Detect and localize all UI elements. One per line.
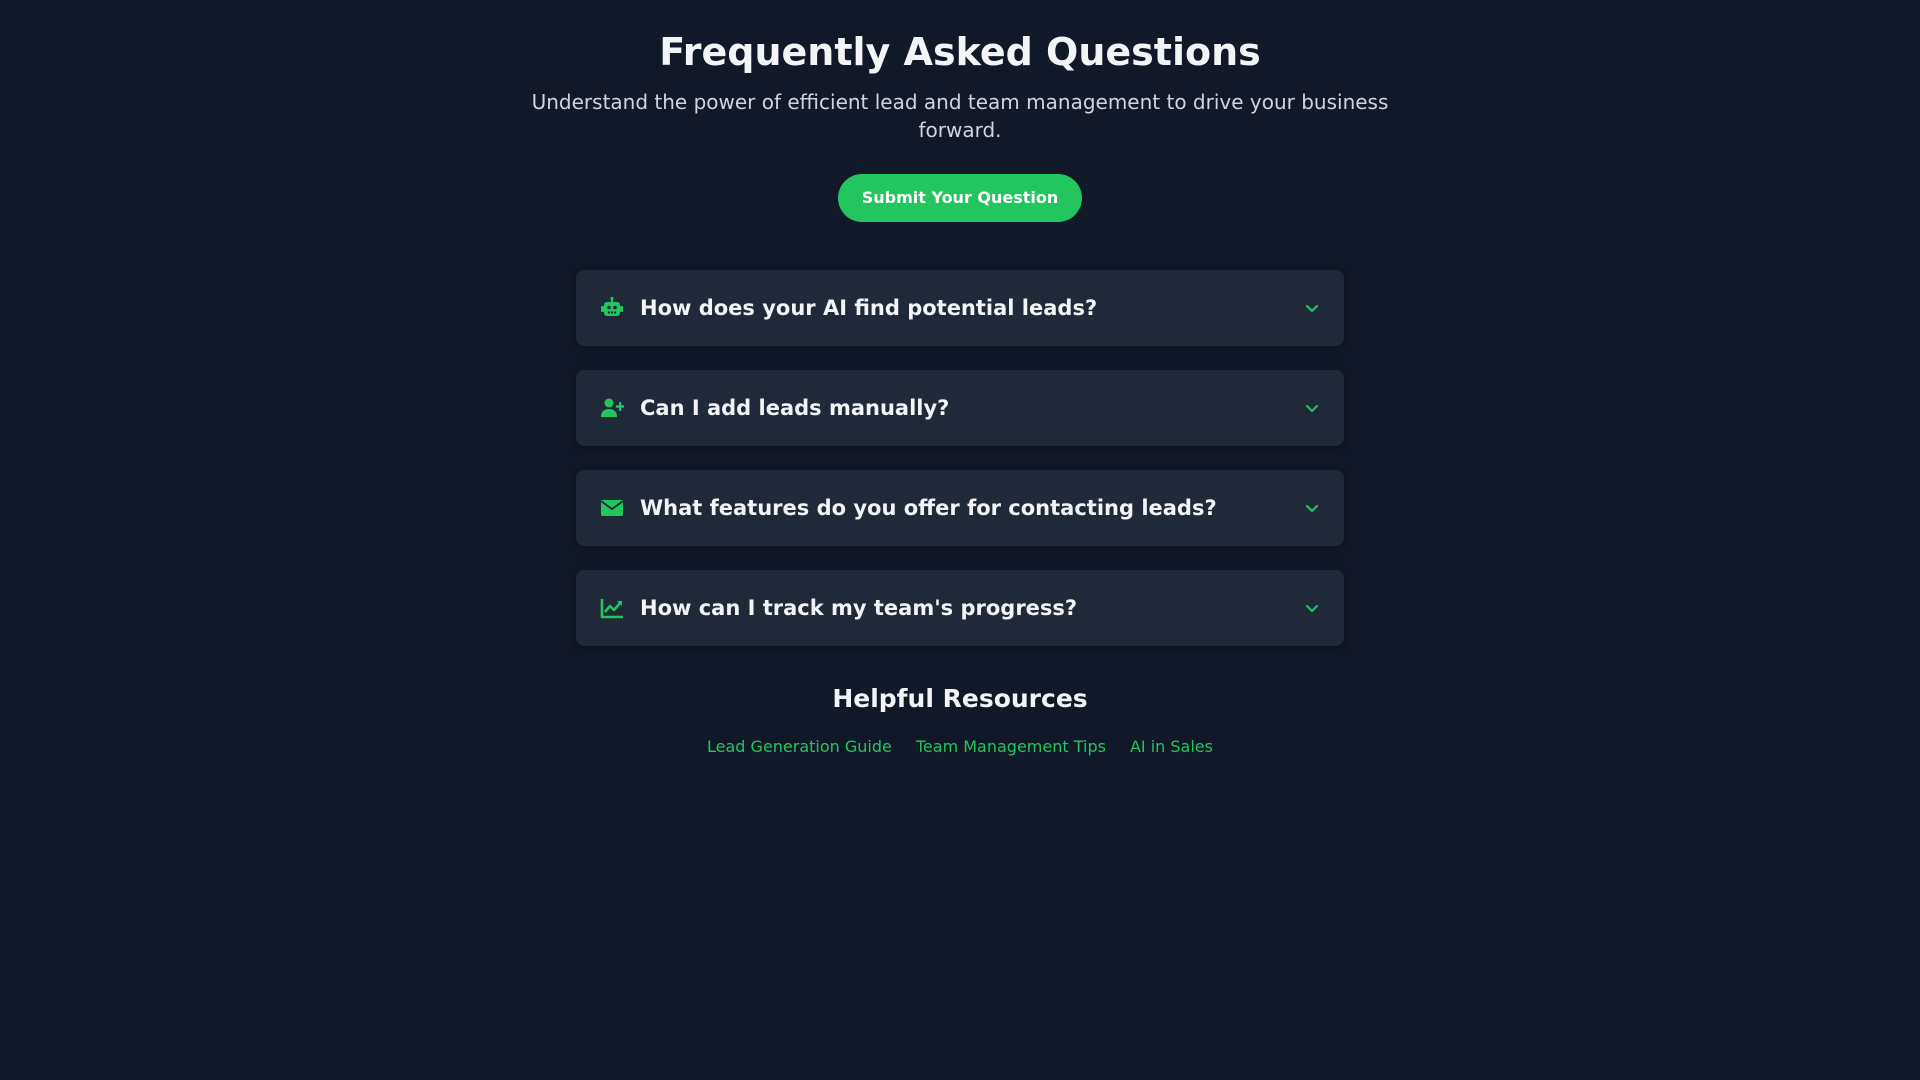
faq-item-ai-leads[interactable]: How does your AI find potential leads? — [576, 270, 1344, 346]
resource-link-team-management[interactable]: Team Management Tips — [916, 737, 1106, 756]
resource-link-ai-in-sales[interactable]: AI in Sales — [1130, 737, 1213, 756]
faq-page: Frequently Asked Questions Understand th… — [0, 0, 1920, 1080]
faq-question: How does your AI find potential leads? — [640, 296, 1098, 320]
chevron-down-icon[interactable] — [1302, 398, 1322, 418]
chevron-down-icon[interactable] — [1302, 598, 1322, 618]
faq-question: Can I add leads manually? — [640, 396, 950, 420]
resources-section: Helpful Resources Lead Generation Guide … — [0, 684, 1920, 756]
page-subtitle: Understand the power of efficient lead a… — [531, 90, 1389, 142]
resource-links: Lead Generation Guide Team Management Ti… — [0, 737, 1920, 756]
page-title: Frequently Asked Questions — [659, 30, 1261, 74]
envelope-icon — [600, 496, 624, 520]
header: Frequently Asked Questions Understand th… — [0, 0, 1920, 144]
faq-list: How does your AI find potential leads? C… — [576, 270, 1344, 646]
user-plus-icon — [600, 396, 624, 420]
robot-icon — [600, 296, 624, 320]
faq-item-team-progress[interactable]: How can I track my team's progress? — [576, 570, 1344, 646]
faq-item-contacting-leads[interactable]: What features do you offer for contactin… — [576, 470, 1344, 546]
cta-wrapper: Submit Your Question — [0, 174, 1920, 222]
chevron-down-icon[interactable] — [1302, 498, 1322, 518]
faq-question: How can I track my team's progress? — [640, 596, 1078, 620]
faq-question: What features do you offer for contactin… — [640, 496, 1217, 520]
resources-title: Helpful Resources — [832, 684, 1088, 713]
faq-item-add-leads[interactable]: Can I add leads manually? — [576, 370, 1344, 446]
chart-line-icon — [600, 596, 624, 620]
chevron-down-icon[interactable] — [1302, 298, 1322, 318]
resource-link-lead-generation[interactable]: Lead Generation Guide — [707, 737, 892, 756]
submit-question-button[interactable]: Submit Your Question — [837, 174, 1083, 222]
